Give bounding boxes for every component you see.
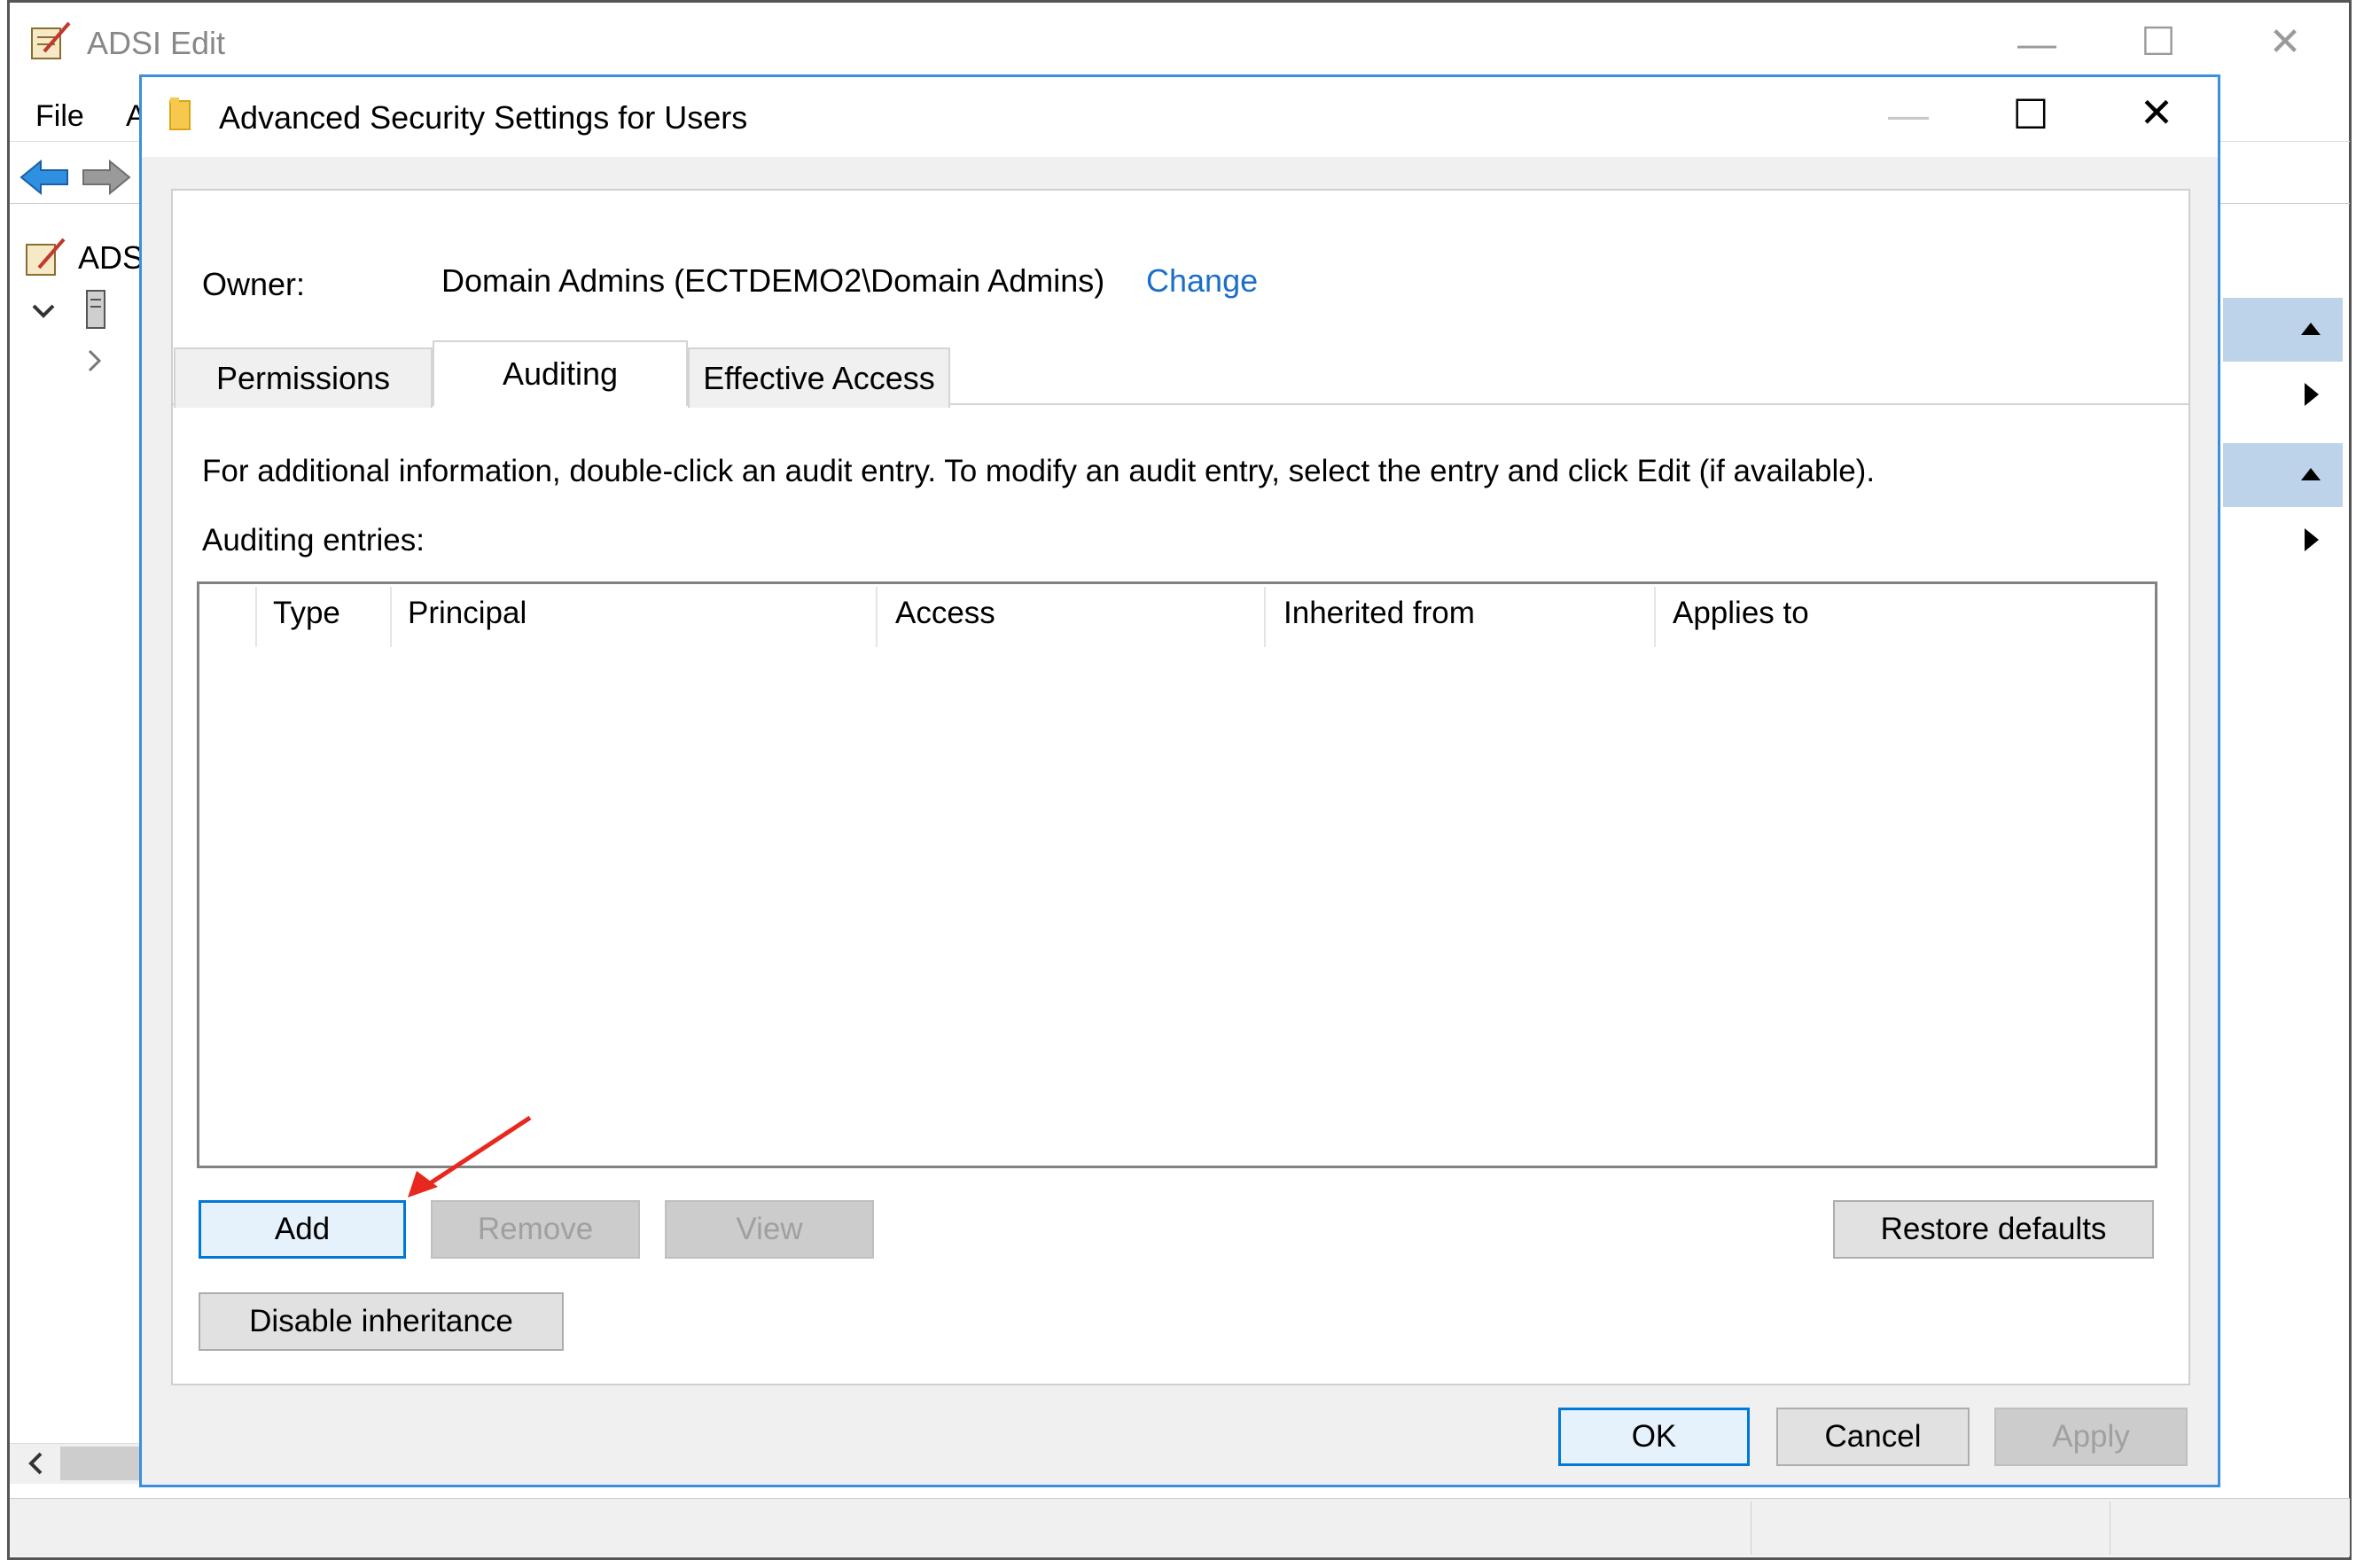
forward-arrow-icon[interactable] [82,160,131,195]
column-header-access[interactable]: Access [895,596,995,631]
menu-file[interactable]: File [35,99,84,134]
column-header-inherited-from[interactable]: Inherited from [1283,596,1475,631]
auditing-entries-label: Auditing entries: [202,523,425,558]
apply-button[interactable]: Apply [1994,1408,2188,1466]
remove-button[interactable]: Remove [431,1200,640,1259]
chevron-right-icon[interactable] [82,347,108,374]
add-button[interactable]: Add [199,1200,406,1259]
column-header-type[interactable]: Type [273,596,340,631]
folder-icon [169,98,191,130]
column-header-principal[interactable]: Principal [408,596,527,631]
bg-status-bar [10,1498,2350,1556]
info-text: For additional information, double-click… [202,454,1876,488]
dialog-title: Advanced Security Settings for Users [219,99,748,136]
chevron-down-icon[interactable] [30,298,57,324]
scrollbar-thumb[interactable] [60,1447,149,1480]
bg-tree-pane [10,230,143,1471]
cancel-button[interactable]: Cancel [1776,1408,1970,1466]
scroll-left-icon[interactable] [23,1450,50,1477]
expand-right-icon[interactable] [2301,379,2322,410]
bg-close-button[interactable]: ✕ [2258,23,2312,62]
auditing-entries-list[interactable] [197,581,2157,1168]
change-owner-link[interactable]: Change [1146,262,1258,300]
column-separator[interactable] [255,587,257,647]
column-separator[interactable] [1654,587,1656,647]
dialog-maximize-button[interactable]: ☐ [2000,94,2062,135]
column-separator[interactable] [1264,587,1266,647]
owner-value: Domain Admins (ECTDEMO2\Domain Admins) [441,262,1105,299]
back-arrow-icon[interactable] [20,160,69,195]
owner-label: Owner: [202,266,306,302]
ok-button[interactable]: OK [1558,1408,1750,1466]
annotation-arrow-icon [408,1115,532,1197]
dialog-close-button[interactable]: ✕ [2126,92,2188,133]
adsi-edit-app-icon [31,21,71,59]
tree-root-label[interactable]: ADS [78,239,144,277]
adsi-edit-title: ADSI Edit [87,25,226,61]
actions-header[interactable] [2223,298,2343,362]
bg-minimize-button[interactable]: — [2010,25,2063,64]
column-separator[interactable] [390,587,392,647]
bg-maximize-button[interactable]: ☐ [2132,23,2185,62]
expand-right-icon[interactable] [2301,525,2322,555]
disable-inheritance-button[interactable]: Disable inheritance [199,1292,564,1351]
tab-auditing[interactable]: Auditing [433,340,688,406]
adsi-tree-icon [26,238,66,276]
bg-actions-pane [2223,230,2347,1454]
tab-permissions[interactable]: Permissions [174,347,433,408]
server-icon [86,290,105,329]
view-button[interactable]: View [665,1200,874,1259]
column-header-applies-to[interactable]: Applies to [1673,596,1809,631]
collapse-up-icon[interactable] [2297,317,2324,339]
collapse-up-icon[interactable] [2297,463,2324,484]
dialog-minimize-button[interactable]: — [1877,94,1939,135]
actions-header[interactable] [2223,443,2343,507]
column-separator[interactable] [876,587,878,647]
restore-defaults-button[interactable]: Restore defaults [1833,1200,2154,1259]
tab-effective-access[interactable]: Effective Access [688,347,950,408]
